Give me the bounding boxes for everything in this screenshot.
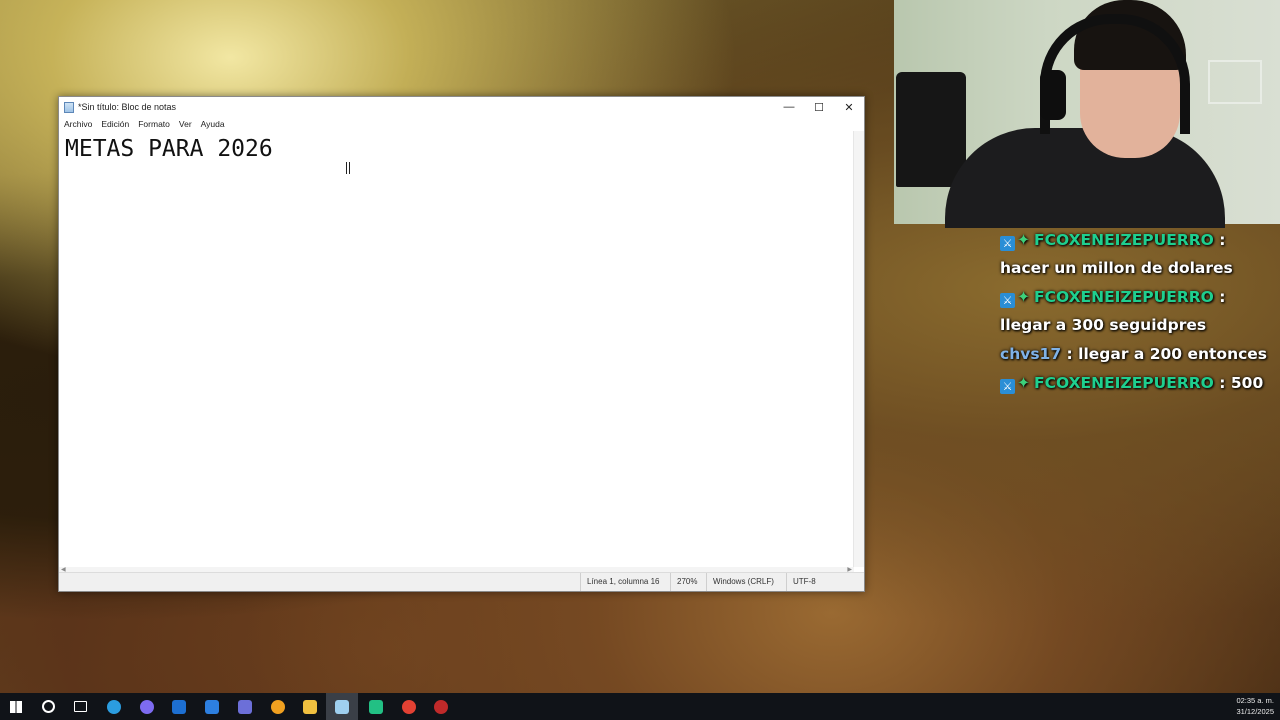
window-title: *Sin título: Bloc de notas: [78, 102, 177, 112]
menu-ayuda[interactable]: Ayuda: [201, 119, 225, 129]
chat-username: chvs17: [1000, 345, 1062, 363]
chat-username: FCOXENEIZEPUERRO: [1034, 374, 1214, 392]
clock-time: 02:35 a. m.: [1236, 696, 1274, 705]
status-bar: Línea 1, columna 16 270% Windows (CRLF) …: [59, 572, 864, 591]
taskbar-task-view-button[interactable]: [64, 693, 96, 720]
taskbar-clock[interactable]: 02:35 a. m. 31/12/2025: [1236, 695, 1274, 717]
chat-text: : 500: [1219, 374, 1264, 392]
chat-text: : llegar a 200 entonces: [1066, 345, 1268, 363]
chrome-orange-icon: [271, 699, 285, 714]
green-app-icon: [369, 699, 383, 714]
taskbar-edge-button[interactable]: [98, 693, 130, 720]
notepad-window: *Sin título: Bloc de notas — ☐ ✕ Archivo…: [58, 96, 865, 592]
text-editor[interactable]: METAS PARA 2026: [59, 131, 854, 567]
menu-archivo[interactable]: Archivo: [64, 119, 92, 129]
chat-message: ⚔ ✦ FCOXENEIZEPUERRO : llegar a 300 seguid…: [1000, 283, 1278, 339]
store-icon: [205, 699, 219, 714]
webcam-jersey: [896, 72, 966, 187]
file-explorer-icon: [303, 699, 317, 714]
minimize-button[interactable]: —: [774, 97, 804, 117]
webcam-wall-frame: [1208, 60, 1262, 104]
taskbar-file-explorer-button[interactable]: [294, 693, 326, 720]
menu-formato[interactable]: Formato: [138, 119, 170, 129]
vertical-scrollbar[interactable]: [853, 131, 864, 567]
status-zoom: 270%: [670, 573, 706, 591]
chat-message: chvs17 : llegar a 200 entonces: [1000, 340, 1278, 368]
chat-username: FCOXENEIZEPUERRO: [1034, 231, 1214, 249]
maximize-button[interactable]: ☐: [804, 97, 834, 117]
taskbar-chrome-button[interactable]: [393, 693, 425, 720]
taskbar-notepad-button[interactable]: [326, 693, 358, 720]
start-icon: [10, 700, 22, 713]
chrome-icon: [402, 699, 416, 714]
title-bar[interactable]: *Sin título: Bloc de notas — ☐ ✕: [59, 97, 864, 117]
close-button[interactable]: ✕: [834, 97, 864, 117]
chat-message: ⚔ ✦ FCOXENEIZEPUERRO : hacer un millon de …: [1000, 226, 1278, 282]
menu-ver[interactable]: Ver: [179, 119, 192, 129]
chat-username: FCOXENEIZEPUERRO: [1034, 288, 1214, 306]
obs-icon: [434, 699, 448, 714]
headphone-earcup: [1040, 70, 1066, 120]
notepad-icon: [335, 699, 349, 714]
star-badge-icon: ✦: [1017, 374, 1030, 392]
taskbar-green-app-button[interactable]: [360, 693, 392, 720]
teams-icon: [238, 699, 252, 714]
taskbar-copilot-button[interactable]: [131, 693, 163, 720]
editor-text: METAS PARA 2026: [65, 136, 273, 162]
moderator-badge-icon: ⚔: [1000, 293, 1015, 308]
task-view-icon: [73, 701, 87, 712]
moderator-badge-icon: ⚔: [1000, 379, 1015, 394]
taskbar-obs-button[interactable]: [425, 693, 457, 720]
chat-message: ⚔ ✦ FCOXENEIZEPUERRO : 500: [1000, 369, 1278, 397]
copilot-icon: [140, 699, 154, 714]
clock-date: 31/12/2025: [1236, 707, 1274, 716]
star-badge-icon: ✦: [1017, 288, 1030, 306]
taskbar-start-button[interactable]: [0, 693, 32, 720]
taskbar-store-button[interactable]: [196, 693, 228, 720]
status-position: Línea 1, columna 16: [580, 573, 670, 591]
menu-edicion[interactable]: Edición: [101, 119, 129, 129]
text-cursor-icon: [346, 162, 350, 174]
outlook-icon: [172, 699, 186, 714]
status-line-ending: Windows (CRLF): [706, 573, 786, 591]
taskbar-search-button[interactable]: [32, 693, 64, 720]
taskbar-outlook-button[interactable]: [163, 693, 195, 720]
taskbar-teams-button[interactable]: [229, 693, 261, 720]
taskbar: 02:35 a. m. 31/12/2025: [0, 693, 1280, 720]
edge-icon: [107, 699, 121, 714]
taskbar-chrome-orange-button[interactable]: [262, 693, 294, 720]
moderator-badge-icon: ⚔: [1000, 236, 1015, 251]
search-icon: [41, 700, 55, 713]
webcam-person-shirt: [945, 128, 1225, 228]
status-encoding: UTF-8: [786, 573, 864, 591]
notepad-app-icon: [64, 101, 74, 113]
window-controls: — ☐ ✕: [774, 97, 864, 117]
stream-chat: ⚔ ✦ FCOXENEIZEPUERRO : hacer un millon de …: [1000, 226, 1278, 398]
star-badge-icon: ✦: [1017, 231, 1030, 249]
menu-bar: Archivo Edición Formato Ver Ayuda: [59, 117, 864, 130]
